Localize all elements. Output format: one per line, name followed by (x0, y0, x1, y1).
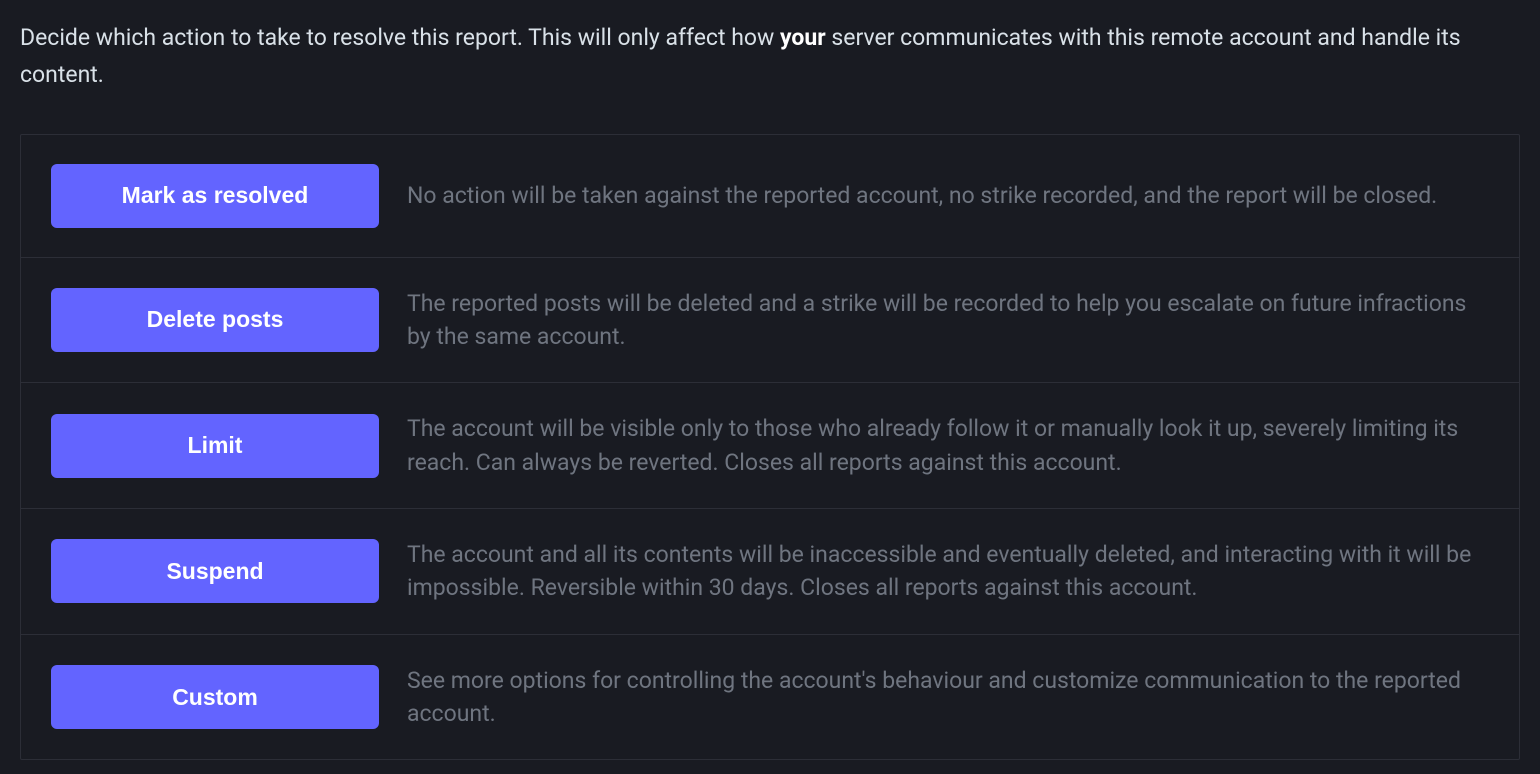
delete-posts-button[interactable]: Delete posts (51, 288, 379, 352)
delete-posts-description: The reported posts will be deleted and a… (407, 287, 1489, 354)
mark-as-resolved-button[interactable]: Mark as resolved (51, 164, 379, 228)
suspend-button[interactable]: Suspend (51, 539, 379, 603)
action-row-delete-posts: Delete posts The reported posts will be … (21, 258, 1519, 384)
limit-description: The account will be visible only to thos… (407, 412, 1489, 479)
header-instruction: Decide which action to take to resolve t… (20, 20, 1520, 94)
actions-list: Mark as resolved No action will be taken… (20, 134, 1520, 761)
mark-as-resolved-description: No action will be taken against the repo… (407, 179, 1489, 212)
custom-button[interactable]: Custom (51, 665, 379, 729)
action-row-suspend: Suspend The account and all its contents… (21, 509, 1519, 635)
suspend-description: The account and all its contents will be… (407, 538, 1489, 605)
header-text-before: Decide which action to take to resolve t… (20, 24, 780, 51)
custom-description: See more options for controlling the acc… (407, 664, 1489, 731)
action-row-limit: Limit The account will be visible only t… (21, 383, 1519, 509)
header-text-bold: your (780, 24, 826, 51)
action-row-custom: Custom See more options for controlling … (21, 635, 1519, 760)
action-row-mark-resolved: Mark as resolved No action will be taken… (21, 135, 1519, 258)
limit-button[interactable]: Limit (51, 414, 379, 478)
